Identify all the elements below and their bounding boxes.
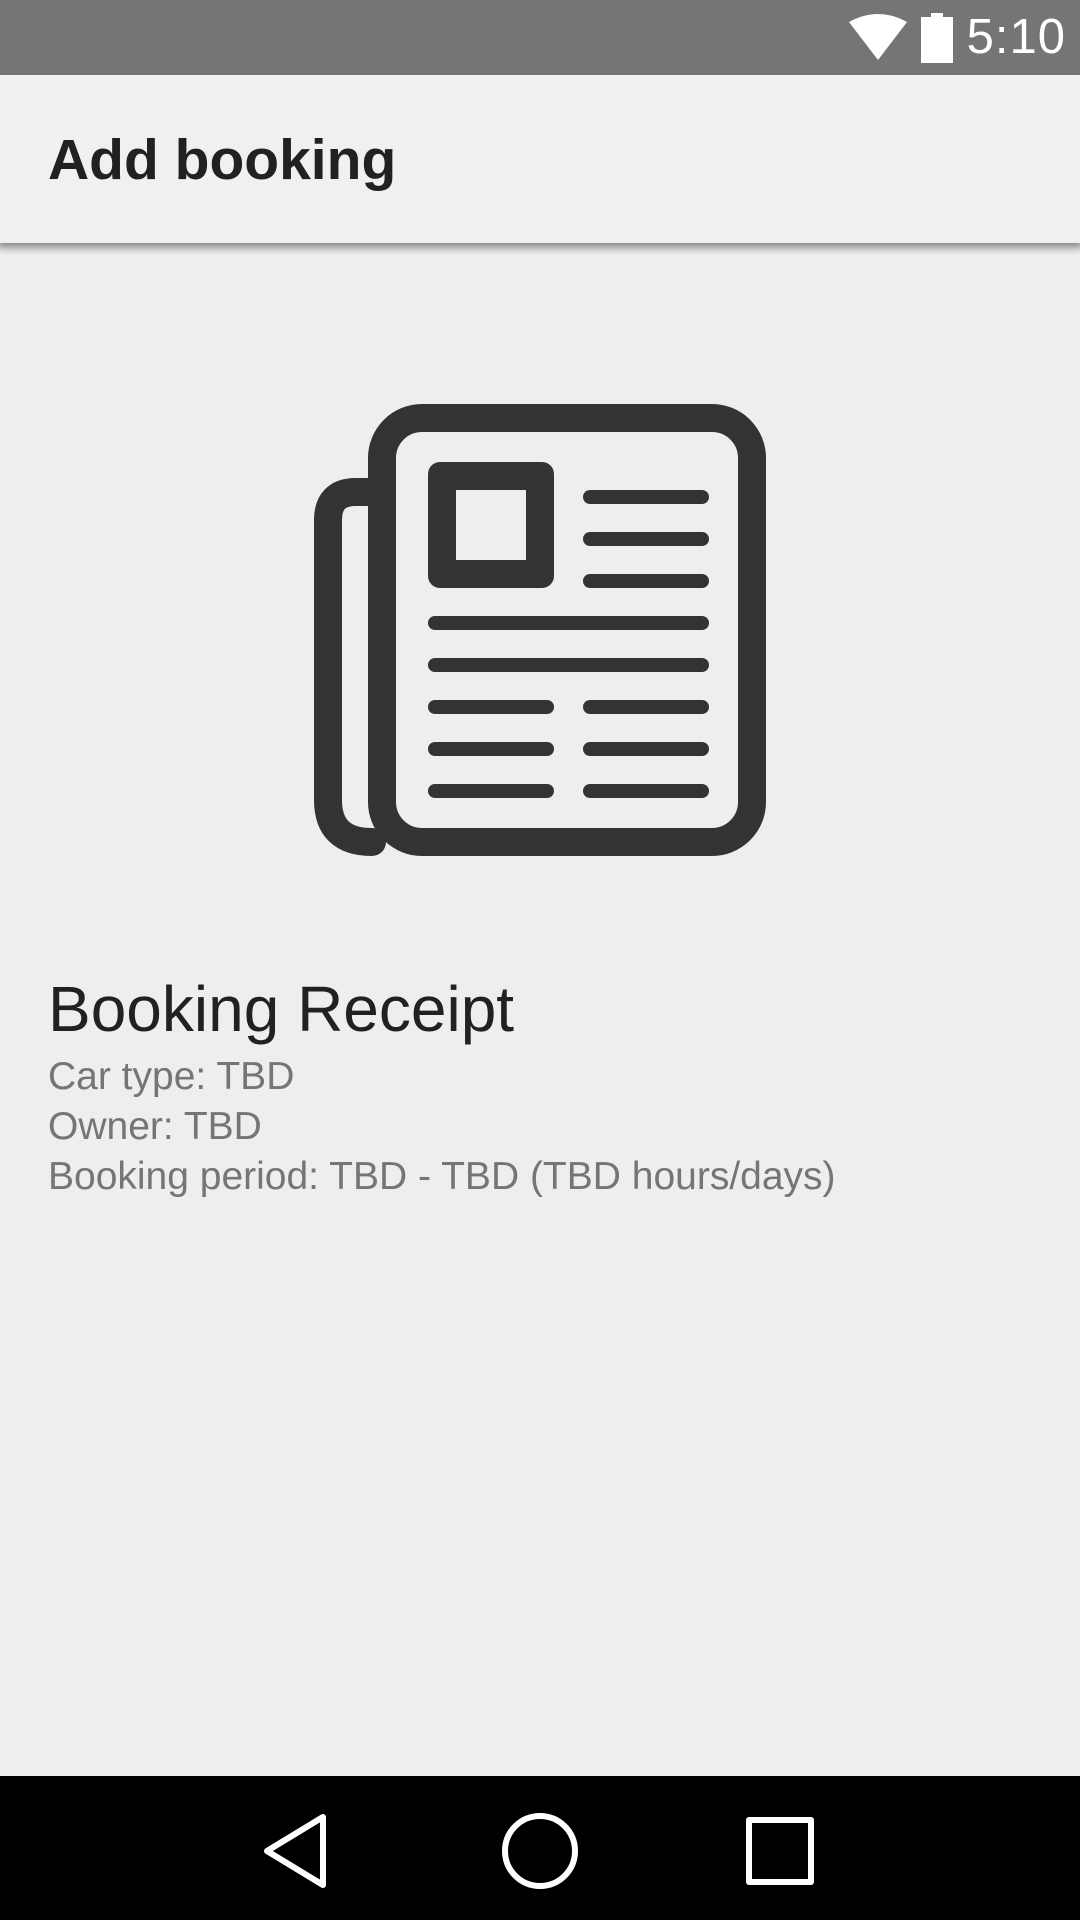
- newspaper-icon: [314, 404, 766, 856]
- page-title: Add booking: [48, 128, 397, 192]
- receipt-details: Booking Receipt Car type: TBD Owner: TBD…: [48, 970, 1038, 1202]
- back-button[interactable]: [251, 1806, 341, 1896]
- recents-button[interactable]: [735, 1806, 825, 1896]
- home-icon: [502, 1813, 578, 1889]
- screen: 5:10 Add booking Booking Receipt Car typ…: [0, 0, 1080, 1920]
- recents-icon: [746, 1817, 814, 1885]
- booking-period-text: Booking period: TBD - TBD (TBD hours/day…: [48, 1155, 836, 1198]
- battery-icon: [920, 12, 953, 63]
- wifi-icon: [848, 13, 907, 62]
- status-icons: 5:10: [848, 0, 1066, 75]
- app-bar: Add booking: [0, 75, 1080, 243]
- status-bar: 5:10: [0, 0, 1080, 75]
- status-time: 5:10: [966, 10, 1066, 64]
- app-bar-shadow: [0, 243, 1080, 255]
- navigation-bar: [0, 1776, 1080, 1920]
- back-icon: [264, 1814, 326, 1888]
- receipt-title: Booking Receipt: [48, 973, 515, 1045]
- owner-text: Owner: TBD: [48, 1105, 262, 1148]
- car-type-text: Car type: TBD: [48, 1055, 295, 1098]
- home-button[interactable]: [495, 1806, 585, 1896]
